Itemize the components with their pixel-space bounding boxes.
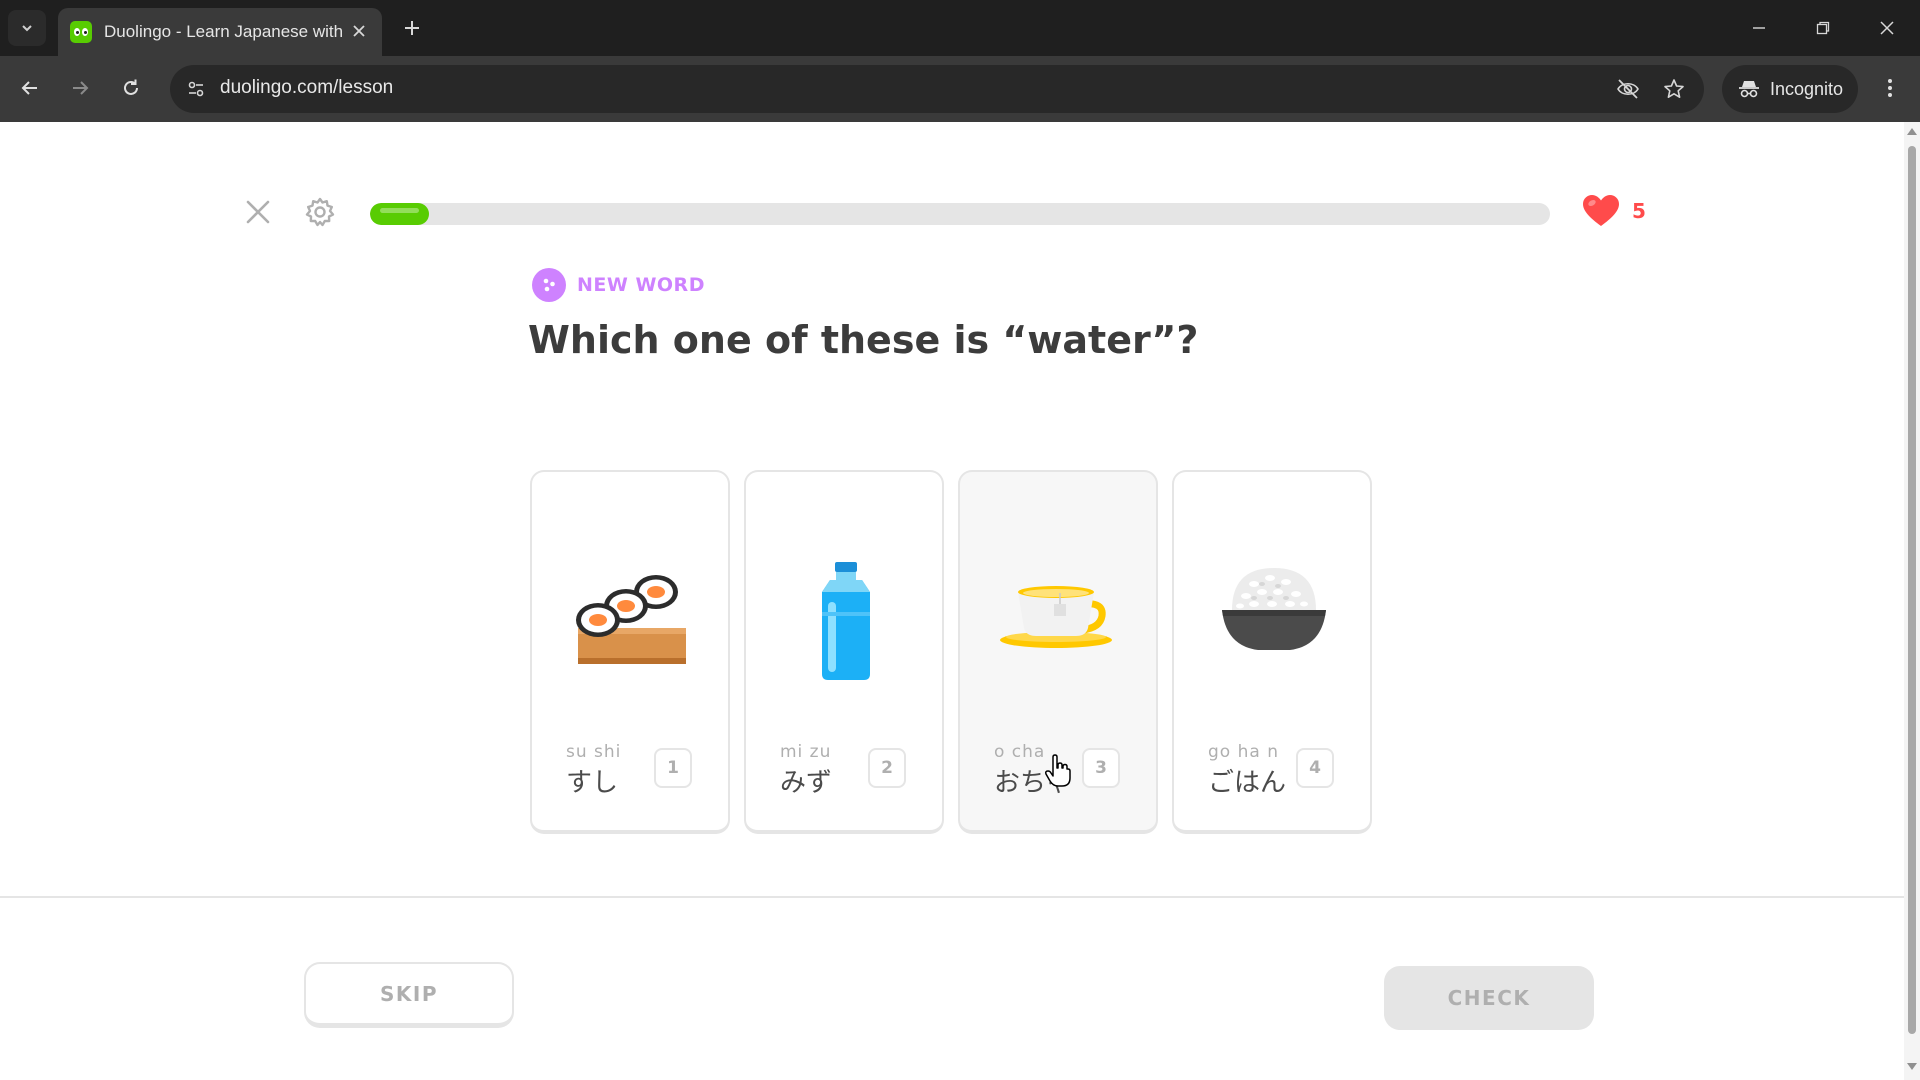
quit-lesson-button[interactable] [240,194,276,230]
heart-icon [1583,195,1619,226]
duolingo-owl-icon [70,21,92,43]
choice-key-hint: 2 [868,748,906,788]
hearts-count: 5 [1632,199,1646,223]
choice-kana: ごはん [1208,768,1287,798]
arrow-right-icon [73,81,89,95]
browser-toolbar: duolingo.com/lesson Incognito [0,56,1920,122]
lesson-progress-fill [370,203,429,225]
check-label: CHECK [1447,986,1531,1010]
back-button[interactable] [12,70,48,106]
tea-cup-icon [1000,586,1112,648]
minimize-icon [1753,27,1765,29]
tracking-protection-button[interactable] [1614,75,1642,103]
incognito-badge[interactable]: Incognito [1722,65,1858,113]
skip-button[interactable]: SKIP [304,962,514,1028]
choice-key-hint: 3 [1082,748,1120,788]
address-bar[interactable]: duolingo.com/lesson [170,65,1704,113]
choice-romaji: mi zu [780,742,832,762]
site-info-button[interactable] [182,75,210,103]
close-icon [353,24,365,37]
hearts-counter[interactable]: 5 [1582,194,1646,228]
check-button[interactable]: CHECK [1384,966,1594,1030]
new-tab-button[interactable] [396,12,428,44]
tab-close-button[interactable] [348,22,370,43]
incognito-icon [1739,81,1759,98]
choice-romaji: su shi [566,742,622,762]
tune-icon [188,81,204,97]
sushi-icon [576,575,686,664]
star-icon [1664,79,1684,98]
skip-label: SKIP [379,981,438,1006]
bookmark-button[interactable] [1660,75,1688,103]
scroll-down-arrow-icon[interactable] [1907,1063,1917,1070]
choice-key-hint: 4 [1296,748,1334,788]
lesson-progress-bar [370,203,1550,225]
scroll-thumb[interactable] [1908,146,1916,1034]
footer-divider [0,896,1904,898]
scroll-up-arrow-icon[interactable] [1907,128,1917,135]
choice-romaji: go ha n [1208,742,1279,762]
forward-button[interactable] [62,70,98,106]
new-word-label: NEW WORD [577,274,705,296]
choice-romaji: o cha [994,742,1046,762]
browser-tab[interactable]: Duolingo - Learn Japanese with [58,8,382,56]
tab-search-button[interactable] [8,10,46,46]
choice-kana: みず [780,768,833,798]
reload-button[interactable] [113,70,149,106]
hand-pointer-icon [1045,754,1071,787]
choice-card-water[interactable]: mi zu みず 2 [744,470,944,834]
minimize-button[interactable] [1736,10,1782,46]
lesson-page: 5 NEW WORD Which one of these is “water”… [0,122,1904,1080]
incognito-label: Incognito [1770,78,1844,99]
close-icon [1880,21,1894,35]
choice-key-hint: 1 [654,748,692,788]
more-vert-icon [1888,79,1892,97]
water-bottle-icon [822,562,870,680]
question-prompt: Which one of these is “water”? [528,318,1199,362]
browser-menu-button[interactable] [1872,70,1908,106]
tab-title: Duolingo - Learn Japanese with [104,22,342,41]
choice-card-sushi[interactable]: su shi すし 1 [530,470,730,834]
choice-card-rice[interactable]: go ha n ごはん 4 [1172,470,1372,834]
arrow-left-icon [21,81,37,95]
close-icon [246,200,270,224]
chevron-down-icon [22,25,32,32]
new-word-tag: NEW WORD [532,268,705,302]
page-scrollbar[interactable] [1904,122,1920,1080]
lesson-settings-button[interactable] [300,192,340,232]
rice-bowl-icon [1222,568,1326,650]
close-window-button[interactable] [1864,10,1910,46]
restore-button[interactable] [1800,10,1846,46]
choice-list: su shi すし 1 mi zu みず 2 o cha おちゃ 3 go ha… [530,470,1372,834]
plus-icon [405,21,419,35]
reload-icon [124,79,138,95]
new-word-icon [532,268,566,302]
gear-icon [305,197,335,227]
browser-tab-bar: Duolingo - Learn Japanese with [0,0,1920,56]
restore-icon [1816,21,1830,35]
eye-off-icon [1617,79,1639,99]
url-text: duolingo.com/lesson [220,77,394,98]
choice-kana: すし [566,768,619,798]
